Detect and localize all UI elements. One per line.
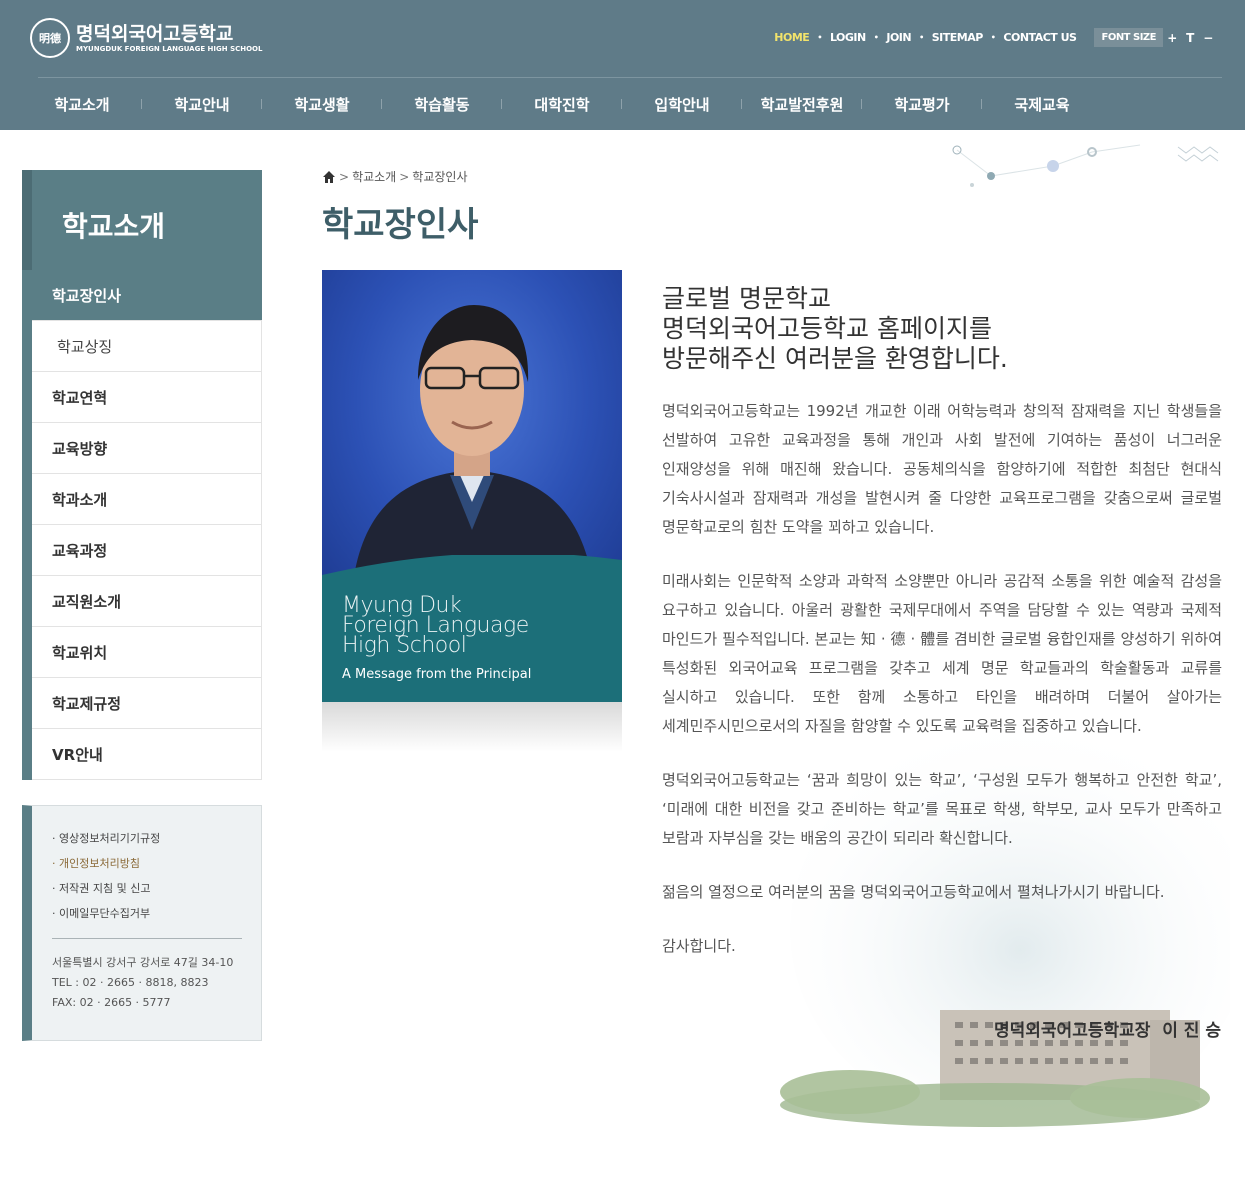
font-reset-button[interactable]: T: [1181, 31, 1199, 45]
greeting-paragraph: 감사합니다.: [662, 937, 736, 955]
principal-photo: [322, 270, 622, 590]
sidebar-item-regulations[interactable]: 학교제규정: [32, 678, 262, 729]
breadcrumb-current: 학교장인사: [412, 170, 468, 184]
sidebar-title: 학교소개: [22, 170, 262, 270]
util-join-link[interactable]: JOIN: [878, 31, 919, 44]
gnb-item[interactable]: 학교소개: [22, 94, 142, 115]
logo-name-en: MYUNGDUK FOREIGN LANGUAGE HIGH SCHOOL: [76, 44, 263, 53]
sidebar-item-principal[interactable]: 학교장인사: [32, 270, 262, 321]
sidebar-menu: 학교장인사 학교상징 학교연혁 교육방향 학과소개 교육과정 교직원소개 학교위…: [22, 270, 262, 780]
breadcrumb-separator: >: [399, 169, 410, 184]
school-logo[interactable]: 明德 명덕외국어고등학교 MYUNGDUK FOREIGN LANGUAGE H…: [30, 18, 262, 58]
email-refusal-link[interactable]: · 이메일무단수집거부: [52, 901, 261, 926]
privacy-policy-link[interactable]: · 개인정보처리방침: [52, 851, 261, 876]
logo-name-kr: 명덕외국어고등학교: [76, 22, 234, 45]
global-nav: 학교소개 학교안내 학교생활 학습활동 대학진학 입학안내 학교발전후원 학교평…: [22, 78, 1102, 130]
util-home-link[interactable]: HOME: [766, 31, 817, 44]
font-increase-button[interactable]: +: [1163, 31, 1181, 45]
school-emblem-icon: 明德: [30, 18, 70, 58]
greeting-body: 명덕외국어고등학교는 1992년 개교한 이래 어학능력과 창의적 잠재력을 지…: [662, 397, 1222, 986]
home-icon[interactable]: [322, 170, 336, 184]
principal-silhouette-icon: [352, 305, 594, 590]
sidebar-item-direction[interactable]: 교육방향: [32, 423, 262, 474]
util-sitemap-link[interactable]: SITEMAP: [924, 31, 991, 44]
greeting-heading-line2: 명덕외국어고등학교 홈페이지를: [662, 314, 992, 343]
school-fax: FAX: 02 · 2665 · 5777: [52, 996, 171, 1009]
greeting-heading: 글로벌 명문학교 명덕외국어고등학교 홈페이지를 방문해주신 여러분을 환영합니…: [662, 284, 1008, 374]
gnb-item[interactable]: 국제교육: [982, 94, 1102, 115]
page-title: 학교장인사: [322, 205, 479, 245]
band-school-en-line3: High School: [342, 633, 467, 658]
sidebar-item-history[interactable]: 학교연혁: [32, 372, 262, 423]
gnb-item[interactable]: 학교발전후원: [742, 94, 862, 115]
gnb-item[interactable]: 입학안내: [622, 94, 742, 115]
sidebar-item-location[interactable]: 학교위치: [32, 627, 262, 678]
font-decrease-button[interactable]: −: [1199, 31, 1217, 45]
band-message: A Message from the Principal: [342, 667, 532, 682]
sidebar-item-vr[interactable]: VR안내: [32, 729, 262, 780]
gnb-item[interactable]: 학습활동: [382, 94, 502, 115]
sidebar-item-departments[interactable]: 학과소개: [32, 474, 262, 525]
greeting-paragraph: 미래사회는 인문학적 소양과 과학적 소양뿐만 아니라 공감적 소통을 위한 예…: [662, 572, 1222, 735]
principal-signature: 명덕외국어고등학교장 이 진 승: [994, 1021, 1221, 1041]
greeting-paragraph: 명덕외국어고등학교는 ‘꿈과 희망이 있는 학교’, ‘구성원 모두가 행복하고…: [662, 771, 1222, 847]
portrait-shadow: [322, 702, 622, 752]
site-header: 明德 명덕외국어고등학교 MYUNGDUK FOREIGN LANGUAGE H…: [0, 0, 1245, 130]
network-decoration: [952, 144, 1219, 187]
gnb-item[interactable]: 학교평가: [862, 94, 982, 115]
utility-menu: HOME • LOGIN • JOIN • SITEMAP • CONTACT …: [766, 28, 1217, 47]
greeting-paragraph: 명덕외국어고등학교는 1992년 개교한 이래 어학능력과 창의적 잠재력을 지…: [662, 402, 1222, 536]
gnb-item[interactable]: 학교생활: [262, 94, 382, 115]
sidebar-item-curriculum[interactable]: 교육과정: [32, 525, 262, 576]
copyright-link[interactable]: · 저작권 지침 및 신고: [52, 876, 261, 901]
cctv-policy-link[interactable]: · 영상정보처리기기규정: [52, 826, 261, 851]
util-contact-link[interactable]: CONTACT US: [995, 31, 1084, 44]
principal-portrait: Myung Duk Foreign Language High School A…: [322, 270, 622, 702]
sidebar-item-staff[interactable]: 교직원소개: [32, 576, 262, 627]
gnb-item[interactable]: 대학진학: [502, 94, 622, 115]
breadcrumb-item[interactable]: 학교소개: [352, 168, 396, 185]
font-size-label: FONT SIZE: [1094, 28, 1163, 47]
sidebar: 학교소개 학교장인사 학교상징 학교연혁 교육방향 학과소개 교육과정 교직원소…: [22, 170, 262, 780]
school-tel: TEL : 02 · 2665 · 8818, 8823: [52, 976, 209, 989]
school-address: 서울특별시 강서구 강서로 47길 34-10: [52, 956, 234, 969]
greeting-heading-line1: 글로벌 명문학교: [662, 284, 831, 313]
info-divider: [52, 938, 242, 939]
util-login-link[interactable]: LOGIN: [822, 31, 874, 44]
breadcrumb-separator: >: [339, 169, 350, 184]
sidebar-info-box: · 영상정보처리기기규정 · 개인정보처리방침 · 저작권 지침 및 신고 · …: [22, 805, 262, 1041]
breadcrumb: > 학교소개 > 학교장인사: [322, 168, 468, 185]
sidebar-item-symbol[interactable]: 학교상징: [32, 321, 262, 372]
gnb-item[interactable]: 학교안내: [142, 94, 262, 115]
greeting-paragraph: 젊음의 열정으로 여러분의 꿈을 명덕외국어고등학교에서 펼쳐나가시기 바랍니다…: [662, 883, 1165, 901]
greeting-heading-line3: 방문해주신 여러분을 환영합니다.: [662, 344, 1008, 373]
